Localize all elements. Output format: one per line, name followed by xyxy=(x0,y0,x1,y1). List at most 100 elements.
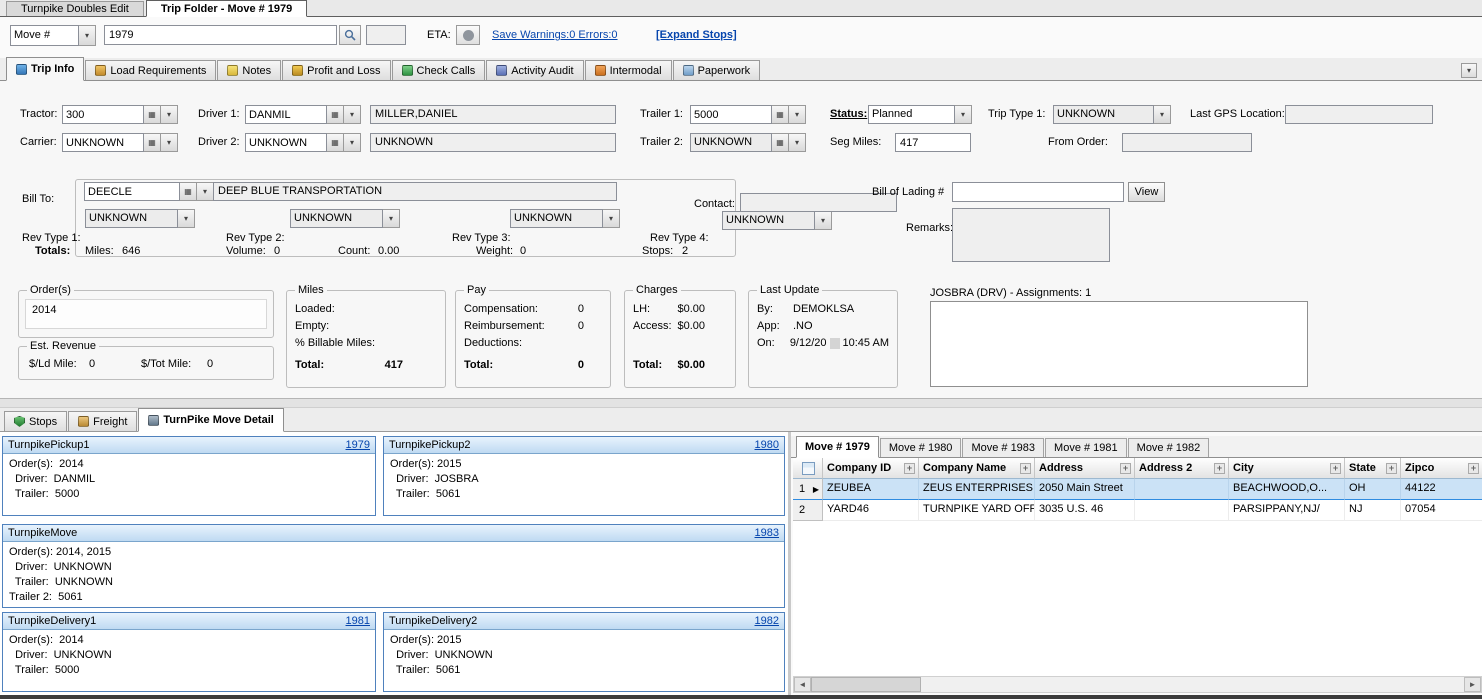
column-header-zipcode[interactable]: Zipco+ xyxy=(1401,458,1482,479)
assignments-box[interactable] xyxy=(930,301,1308,387)
rev-type3-value: UNKNOWN xyxy=(510,209,603,228)
column-header-address2[interactable]: Address 2+ xyxy=(1135,458,1229,479)
scroll-left-icon[interactable]: ◄ xyxy=(794,677,811,692)
view-button[interactable]: View xyxy=(1128,182,1165,202)
lookup-icon[interactable]: ▦ xyxy=(327,133,344,152)
scrollbar-thumb[interactable] xyxy=(811,677,921,692)
compensation-label: Compensation: xyxy=(464,303,538,315)
chevron-down-icon[interactable]: ▾ xyxy=(789,105,806,124)
column-pin-icon[interactable]: + xyxy=(1468,463,1479,474)
scroll-right-icon[interactable]: ► xyxy=(1464,677,1481,692)
window-tab-trip-folder[interactable]: Trip Folder - Move # 1979 xyxy=(146,0,307,17)
card-title: TurnpikeMove xyxy=(8,527,77,539)
search-button[interactable] xyxy=(339,25,361,45)
trip-type1-combo[interactable]: UNKNOWN ▾ xyxy=(1053,105,1171,124)
rev-type2-combo[interactable]: UNKNOWN▾ xyxy=(290,209,400,228)
column-header-address[interactable]: Address+ xyxy=(1035,458,1135,479)
tab-overflow-button[interactable]: ▾ xyxy=(1461,63,1477,78)
lookup-icon[interactable]: ▦ xyxy=(772,133,789,152)
horizontal-splitter[interactable] xyxy=(0,398,1482,408)
tab-freight[interactable]: Freight xyxy=(68,411,137,431)
window-tab-label: Turnpike Doubles Edit xyxy=(21,3,129,15)
tab-load-requirements[interactable]: Load Requirements xyxy=(85,60,216,80)
move-tab-1979[interactable]: Move # 1979 xyxy=(796,436,879,458)
tab-check-calls[interactable]: Check Calls xyxy=(392,60,486,80)
from-order-label: From Order: xyxy=(1048,136,1108,148)
move-type-combo[interactable]: Move # ▾ xyxy=(10,25,96,46)
move-link[interactable]: 1982 xyxy=(755,615,779,627)
move-tab-1982[interactable]: Move # 1982 xyxy=(1128,438,1210,457)
column-pin-icon[interactable]: + xyxy=(1120,463,1131,474)
rev-type1-combo[interactable]: UNKNOWN▾ xyxy=(85,209,195,228)
tractor-input[interactable] xyxy=(62,105,144,124)
lookup-icon[interactable]: ▦ xyxy=(144,105,161,124)
status-label[interactable]: Status: xyxy=(830,108,867,120)
eta-status-button[interactable] xyxy=(456,25,480,45)
tab-trip-info[interactable]: Trip Info xyxy=(6,57,84,81)
window-tab-turnpike-doubles-edit[interactable]: Turnpike Doubles Edit xyxy=(6,1,144,16)
driver2-input[interactable] xyxy=(245,133,327,152)
lookup-icon[interactable]: ▦ xyxy=(144,133,161,152)
status-combo[interactable]: Planned ▾ xyxy=(868,105,972,124)
remarks-field[interactable] xyxy=(952,208,1110,262)
seg-miles-input[interactable] xyxy=(895,133,971,152)
column-header-company-name[interactable]: Company Name+ xyxy=(919,458,1035,479)
horizontal-scrollbar[interactable]: ◄ ► xyxy=(793,676,1482,693)
tab-label: Move # 1980 xyxy=(889,442,953,454)
move-tab-1980[interactable]: Move # 1980 xyxy=(880,438,962,457)
carrier-input[interactable] xyxy=(62,133,144,152)
move-tab-1983[interactable]: Move # 1983 xyxy=(962,438,1044,457)
chevron-down-icon[interactable]: ▾ xyxy=(955,105,972,124)
bill-of-lading-input[interactable] xyxy=(952,182,1124,202)
column-pin-icon[interactable]: + xyxy=(1386,463,1397,474)
column-header-state[interactable]: State+ xyxy=(1345,458,1401,479)
chevron-down-icon[interactable]: ▾ xyxy=(161,105,178,124)
tab-intermodal[interactable]: Intermodal xyxy=(585,60,672,80)
move-link[interactable]: 1983 xyxy=(755,527,779,539)
chevron-down-icon[interactable]: ▾ xyxy=(789,133,806,152)
move-number-input[interactable] xyxy=(104,25,337,45)
move-tab-1981[interactable]: Move # 1981 xyxy=(1045,438,1127,457)
save-warnings-link[interactable]: Save Warnings:0 Errors:0 xyxy=(492,29,618,41)
tab-turnpike-move-detail[interactable]: TurnPike Move Detail xyxy=(138,408,283,432)
lookup-icon[interactable]: ▦ xyxy=(327,105,344,124)
tab-stops[interactable]: Stops xyxy=(4,411,67,431)
table-row[interactable]: 2 YARD46 TURNPIKE YARD OFF... 3035 U.S. … xyxy=(793,500,1482,521)
expand-stops-link[interactable]: [Expand Stops] xyxy=(656,29,737,41)
column-pin-icon[interactable]: + xyxy=(1330,463,1341,474)
profit-and-loss-icon xyxy=(292,65,303,76)
lookup-icon[interactable]: ▦ xyxy=(772,105,789,124)
orders-field[interactable]: 2014 xyxy=(25,299,267,329)
tab-paperwork[interactable]: Paperwork xyxy=(673,60,761,80)
move-link[interactable]: 1979 xyxy=(346,439,370,451)
column-header-company-id[interactable]: Company ID+ xyxy=(823,458,919,479)
column-pin-icon[interactable]: + xyxy=(904,463,915,474)
orders-value: 2014 xyxy=(32,304,56,316)
column-header-city[interactable]: City+ xyxy=(1229,458,1345,479)
move-link[interactable]: 1980 xyxy=(755,439,779,451)
row-indicator-cell: 2 xyxy=(793,500,823,521)
updated-on-label: On: xyxy=(757,337,780,349)
chevron-down-icon[interactable]: ▾ xyxy=(197,182,214,201)
lookup-icon[interactable]: ▦ xyxy=(180,182,197,201)
move-link[interactable]: 1981 xyxy=(346,615,370,627)
bill-to-input[interactable] xyxy=(84,182,180,201)
chevron-down-icon[interactable]: ▾ xyxy=(344,133,361,152)
rev-type4-combo[interactable]: UNKNOWN▾ xyxy=(722,211,832,230)
chevron-down-icon[interactable]: ▾ xyxy=(344,105,361,124)
trailer1-input[interactable] xyxy=(690,105,772,124)
tab-profit-and-loss[interactable]: Profit and Loss xyxy=(282,60,390,80)
select-all-header[interactable] xyxy=(793,458,823,479)
table-header-row: Company ID+ Company Name+ Address+ Addre… xyxy=(793,458,1482,479)
rev-type3-combo[interactable]: UNKNOWN▾ xyxy=(510,209,620,228)
turnpike-move-detail-panel: TurnpikePickup11979 Order(s): 2014 Drive… xyxy=(0,432,1482,695)
chevron-down-icon[interactable]: ▾ xyxy=(161,133,178,152)
chevron-down-icon[interactable]: ▾ xyxy=(79,25,96,46)
driver1-input[interactable] xyxy=(245,105,327,124)
column-pin-icon[interactable]: + xyxy=(1020,463,1031,474)
table-row[interactable]: 1▶ ZEUBEA ZEUS ENTERPRISES 2050 Main Str… xyxy=(793,479,1482,500)
notes-icon xyxy=(227,65,238,76)
column-pin-icon[interactable]: + xyxy=(1214,463,1225,474)
tab-notes[interactable]: Notes xyxy=(217,60,281,80)
tab-activity-audit[interactable]: Activity Audit xyxy=(486,60,583,80)
